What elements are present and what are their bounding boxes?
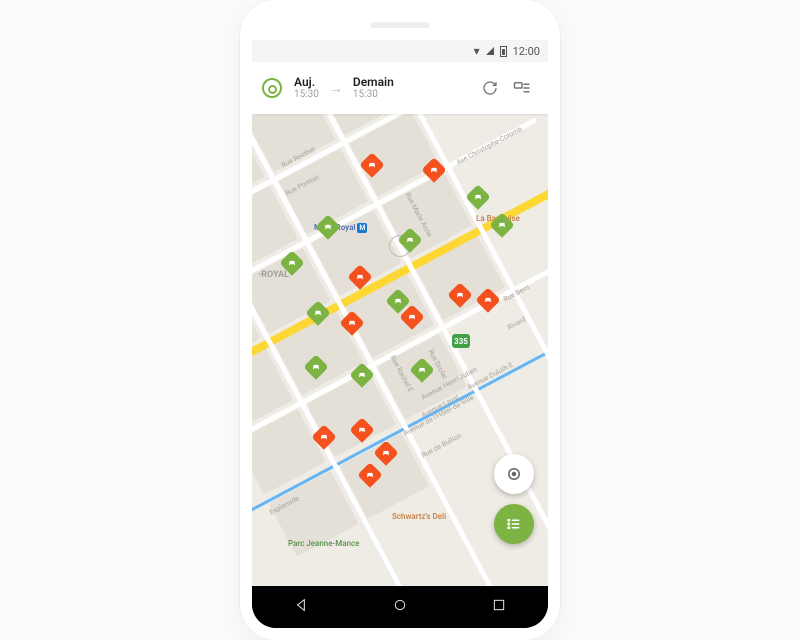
- filter-button[interactable]: [506, 72, 538, 104]
- refresh-button[interactable]: [474, 72, 506, 104]
- status-bar: ▾ 12:00: [252, 40, 548, 62]
- poi-label[interactable]: Schwartz's Deli: [392, 512, 446, 521]
- poi-label[interactable]: Parc Jeanne-Mance: [288, 539, 359, 548]
- area-label: -ROYAL: [258, 270, 289, 280]
- locate-me-button[interactable]: [494, 454, 534, 494]
- refresh-icon: [482, 80, 498, 96]
- arrow-right-icon: →: [329, 80, 343, 97]
- crosshair-icon: [505, 465, 523, 483]
- phone-speaker: [370, 22, 430, 28]
- square-recent-icon: [491, 597, 507, 613]
- route-badge[interactable]: 335: [452, 334, 470, 348]
- date-range-selector[interactable]: Auj. 15:30 → Demain 15:30: [294, 76, 474, 100]
- screen: ▾ 12:00 Auj. 15:30 → Demain 15:30: [252, 40, 548, 628]
- signal-icon: [486, 47, 494, 55]
- list-view-button[interactable]: [494, 504, 534, 544]
- date-to-label: Demain: [353, 76, 394, 89]
- app-bar: Auj. 15:30 → Demain 15:30: [252, 62, 548, 114]
- list-icon: [505, 515, 523, 533]
- battery-icon: [500, 46, 507, 57]
- filter-icon: [513, 80, 531, 96]
- app-logo-icon[interactable]: [262, 78, 282, 98]
- wifi-icon: ▾: [474, 44, 480, 58]
- status-time: 12:00: [513, 45, 540, 58]
- map-view[interactable]: Rue Resther Rue Pontiac Rue Marie Anne A…: [252, 114, 548, 586]
- circle-home-icon: [392, 597, 408, 613]
- android-nav-bar: [252, 586, 548, 628]
- nav-home-button[interactable]: [392, 597, 408, 617]
- nav-recent-button[interactable]: [491, 597, 507, 617]
- date-from[interactable]: Auj. 15:30: [294, 76, 319, 100]
- date-to-time: 15:30: [353, 89, 394, 100]
- nav-back-button[interactable]: [293, 597, 309, 617]
- metro-icon: M: [357, 223, 367, 233]
- date-from-time: 15:30: [294, 89, 319, 100]
- phone-frame: ▾ 12:00 Auj. 15:30 → Demain 15:30: [240, 0, 560, 640]
- triangle-back-icon: [293, 597, 309, 613]
- date-from-label: Auj.: [294, 76, 319, 89]
- date-to[interactable]: Demain 15:30: [353, 76, 394, 100]
